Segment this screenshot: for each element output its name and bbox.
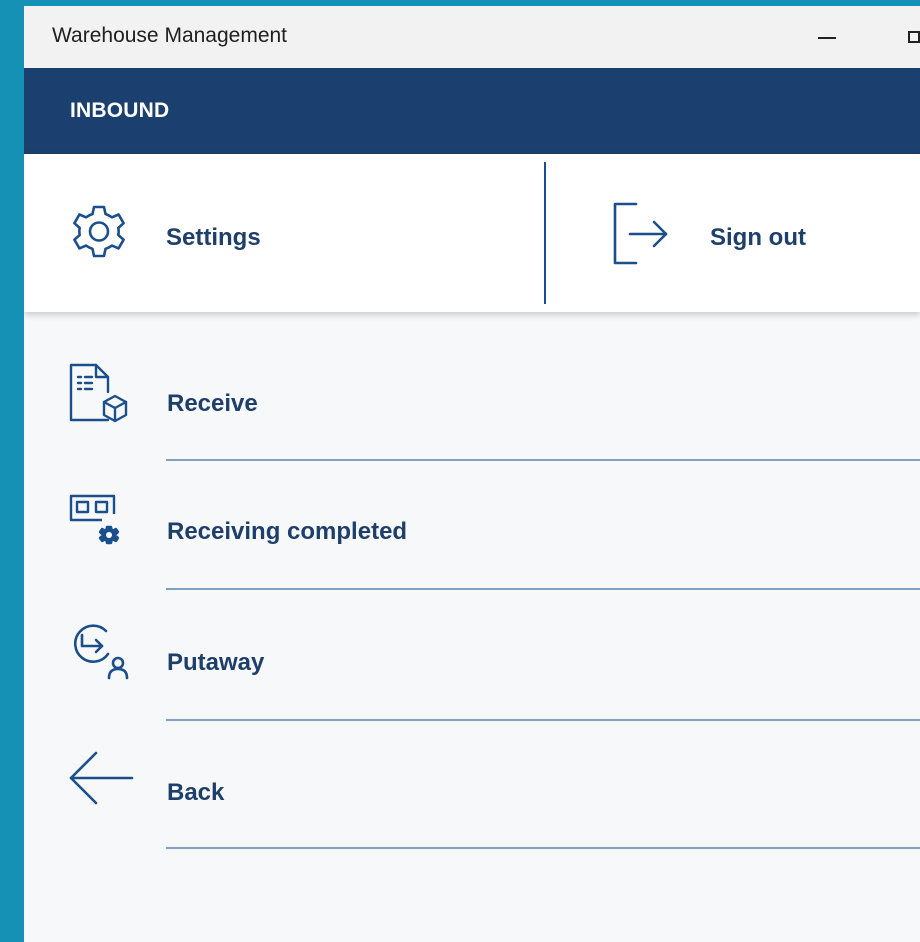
menu-item-putaway[interactable]: Putaway [24, 573, 920, 721]
menu-item-receive[interactable]: Receive [24, 312, 920, 461]
minimize-button[interactable] [802, 18, 848, 56]
settings-label: Settings [166, 224, 261, 251]
page-title: INBOUND [70, 99, 170, 122]
menu-item-label: Receive [167, 390, 258, 417]
settings-button[interactable]: Settings [24, 154, 544, 312]
menu-item-divider [166, 847, 920, 849]
gear-icon [66, 201, 132, 267]
receive-document-box-icon [68, 362, 138, 432]
app-window: Warehouse Management INBOUND Settings Si… [24, 6, 920, 942]
top-actions-bar: Settings Sign out [24, 154, 920, 312]
menu-item-label: Receiving completed [167, 518, 408, 545]
menu-item-label: Back [167, 779, 225, 806]
menu-item-label: Putaway [167, 649, 265, 676]
page-header: INBOUND [24, 68, 920, 154]
back-arrow-icon [68, 748, 138, 818]
sign-out-icon [612, 201, 678, 267]
maximize-button[interactable] [900, 18, 920, 56]
title-bar: Warehouse Management [24, 6, 920, 68]
window-title: Warehouse Management [52, 24, 288, 47]
menu-item-receiving-completed[interactable]: Receiving completed [24, 442, 920, 590]
receiving-completed-gear-icon [68, 492, 138, 562]
sign-out-label: Sign out [710, 224, 806, 251]
sign-out-button[interactable]: Sign out [546, 154, 920, 312]
putaway-arrow-user-icon [68, 621, 138, 691]
menu-item-back[interactable]: Back [24, 703, 920, 849]
